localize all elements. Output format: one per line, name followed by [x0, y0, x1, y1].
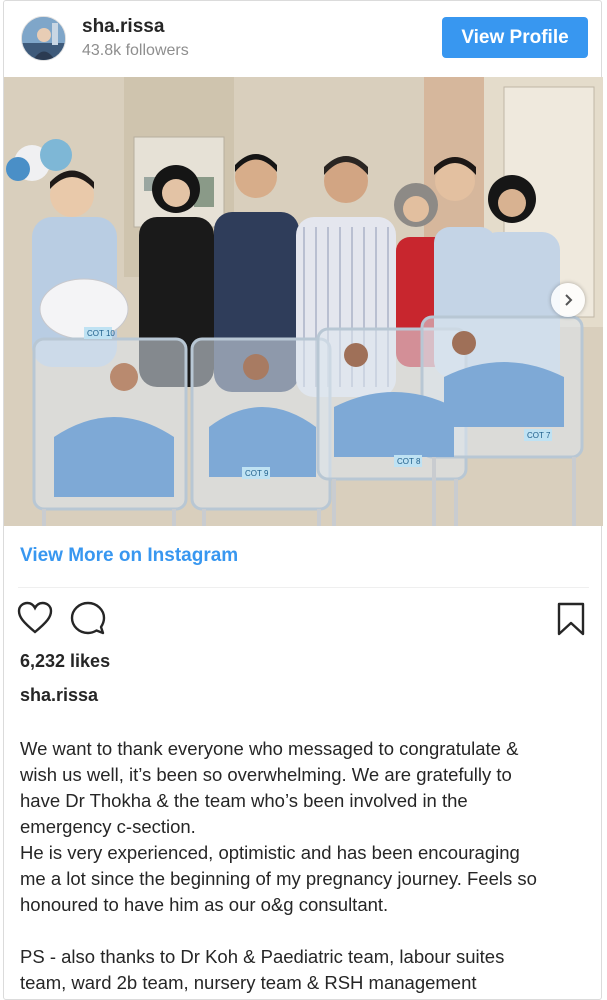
- caption-line: team, ward 2b team, nursery team & RSH m…: [20, 972, 477, 993]
- follower-count: 43.8k followers: [82, 42, 189, 59]
- caption-line: He is very experienced, optimistic and h…: [20, 842, 520, 863]
- caption-line: honoured to have him as our o&g consulta…: [20, 894, 389, 915]
- profile-username[interactable]: sha.rissa: [82, 16, 164, 38]
- post-header: sha.rissa 43.8k followers View Profile: [4, 1, 601, 77]
- caption-line: have Dr Thokha & the team who’s been inv…: [20, 790, 468, 811]
- next-image-button[interactable]: [551, 283, 585, 317]
- post-actions: [4, 601, 601, 641]
- divider: [18, 587, 589, 588]
- comment-icon[interactable]: [70, 601, 106, 642]
- cot-tag: COT 8: [397, 457, 421, 466]
- like-count[interactable]: 6,232 likes: [20, 651, 110, 672]
- caption-line: We want to thank everyone who messaged t…: [20, 738, 519, 759]
- post-image[interactable]: COT 10 COT 9 COT 8 COT 7: [4, 77, 603, 526]
- avatar[interactable]: [21, 16, 66, 61]
- cot-tag: COT 7: [527, 431, 551, 440]
- caption-username[interactable]: sha.rissa: [20, 685, 98, 706]
- cot-tag: COT 9: [245, 469, 269, 478]
- caption-text: We want to thank everyone who messaged t…: [20, 736, 594, 996]
- caption-line: emergency c-section.: [20, 816, 196, 837]
- bookmark-icon[interactable]: [556, 601, 586, 642]
- caption-line: wish us well, it’s been so overwhelming.…: [20, 764, 512, 785]
- view-more-link[interactable]: View More on Instagram: [20, 545, 238, 567]
- instagram-embed-card: sha.rissa 43.8k followers View Profile C…: [3, 0, 603, 1000]
- caption-line: PS - also thanks to Dr Koh & Paediatric …: [20, 946, 505, 967]
- cot-tag: COT 10: [87, 329, 115, 338]
- chevron-right-icon: [565, 294, 573, 306]
- heart-icon[interactable]: [17, 601, 53, 640]
- view-profile-button[interactable]: View Profile: [442, 17, 588, 58]
- caption-line: me a lot since the beginning of my pregn…: [20, 868, 537, 889]
